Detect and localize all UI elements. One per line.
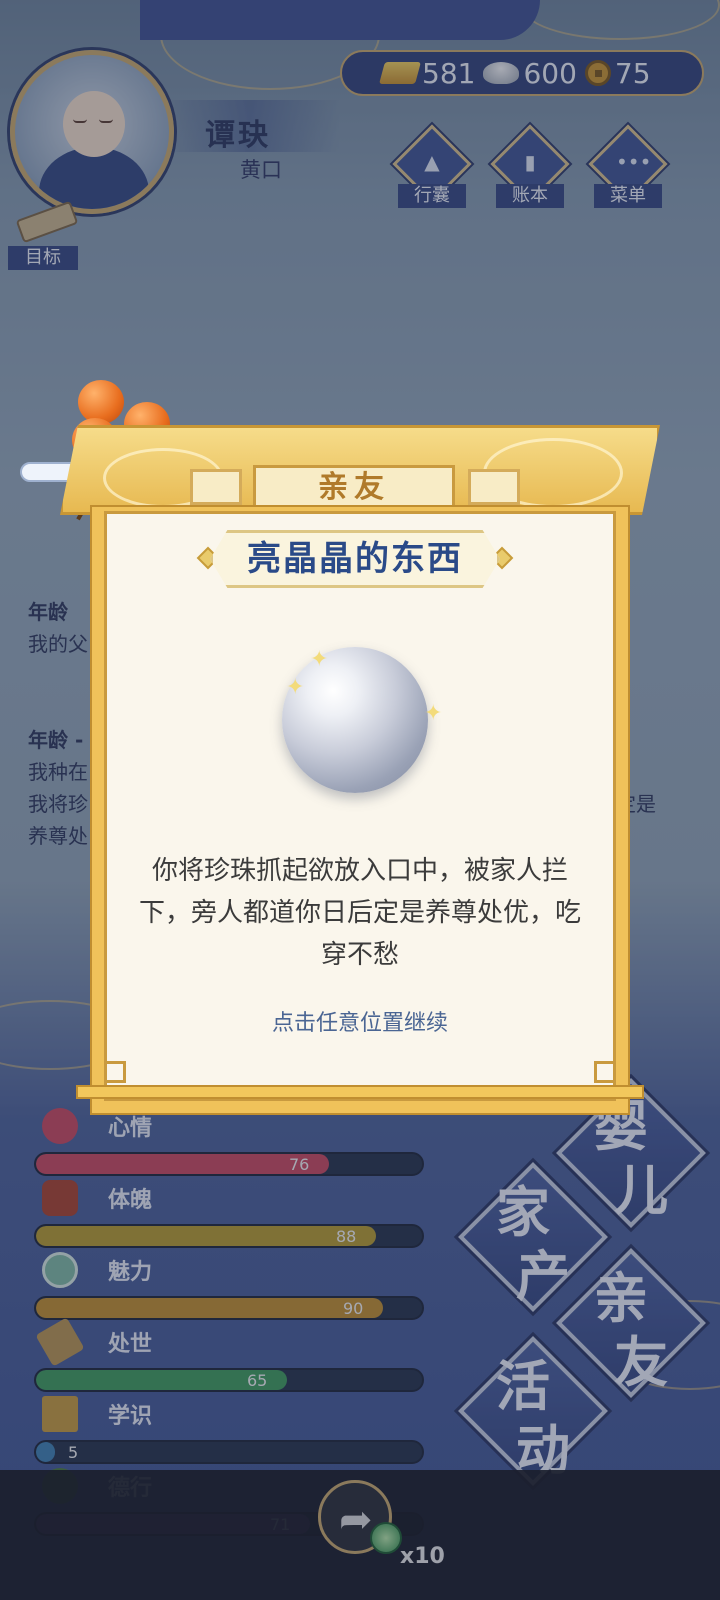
event-title: 亮晶晶的东西 — [247, 539, 463, 579]
hawthorn-fruit — [78, 380, 124, 424]
pearl-icon — [282, 647, 428, 793]
tab-ornament — [190, 469, 242, 505]
corner-ornament — [594, 1061, 616, 1083]
corner-ornament — [104, 1061, 126, 1083]
continue-hint[interactable]: 点击任意位置继续 — [120, 1005, 600, 1037]
event-title-banner: 亮晶晶的东西 — [210, 530, 500, 588]
sparkle-icon: ✦ — [310, 647, 329, 672]
sparkle-icon: ✦ — [424, 701, 443, 726]
tab-ornament — [468, 469, 520, 505]
dialog-tab-label: 亲友 — [318, 470, 390, 505]
sparkle-icon: ✦ — [286, 675, 305, 700]
event-dialog[interactable]: 亲友 亮晶晶的东西 ✦ ✦ ✦ 你将珍珠抓起欲放入口中，被家人拦下，旁人都道你日… — [60, 425, 660, 1115]
event-story: 你将珍珠抓起欲放入口中，被家人拦下，旁人都道你日后定是养尊处优，吃穿不愁 — [138, 856, 581, 970]
dialog-bottom-rod — [76, 1085, 644, 1099]
